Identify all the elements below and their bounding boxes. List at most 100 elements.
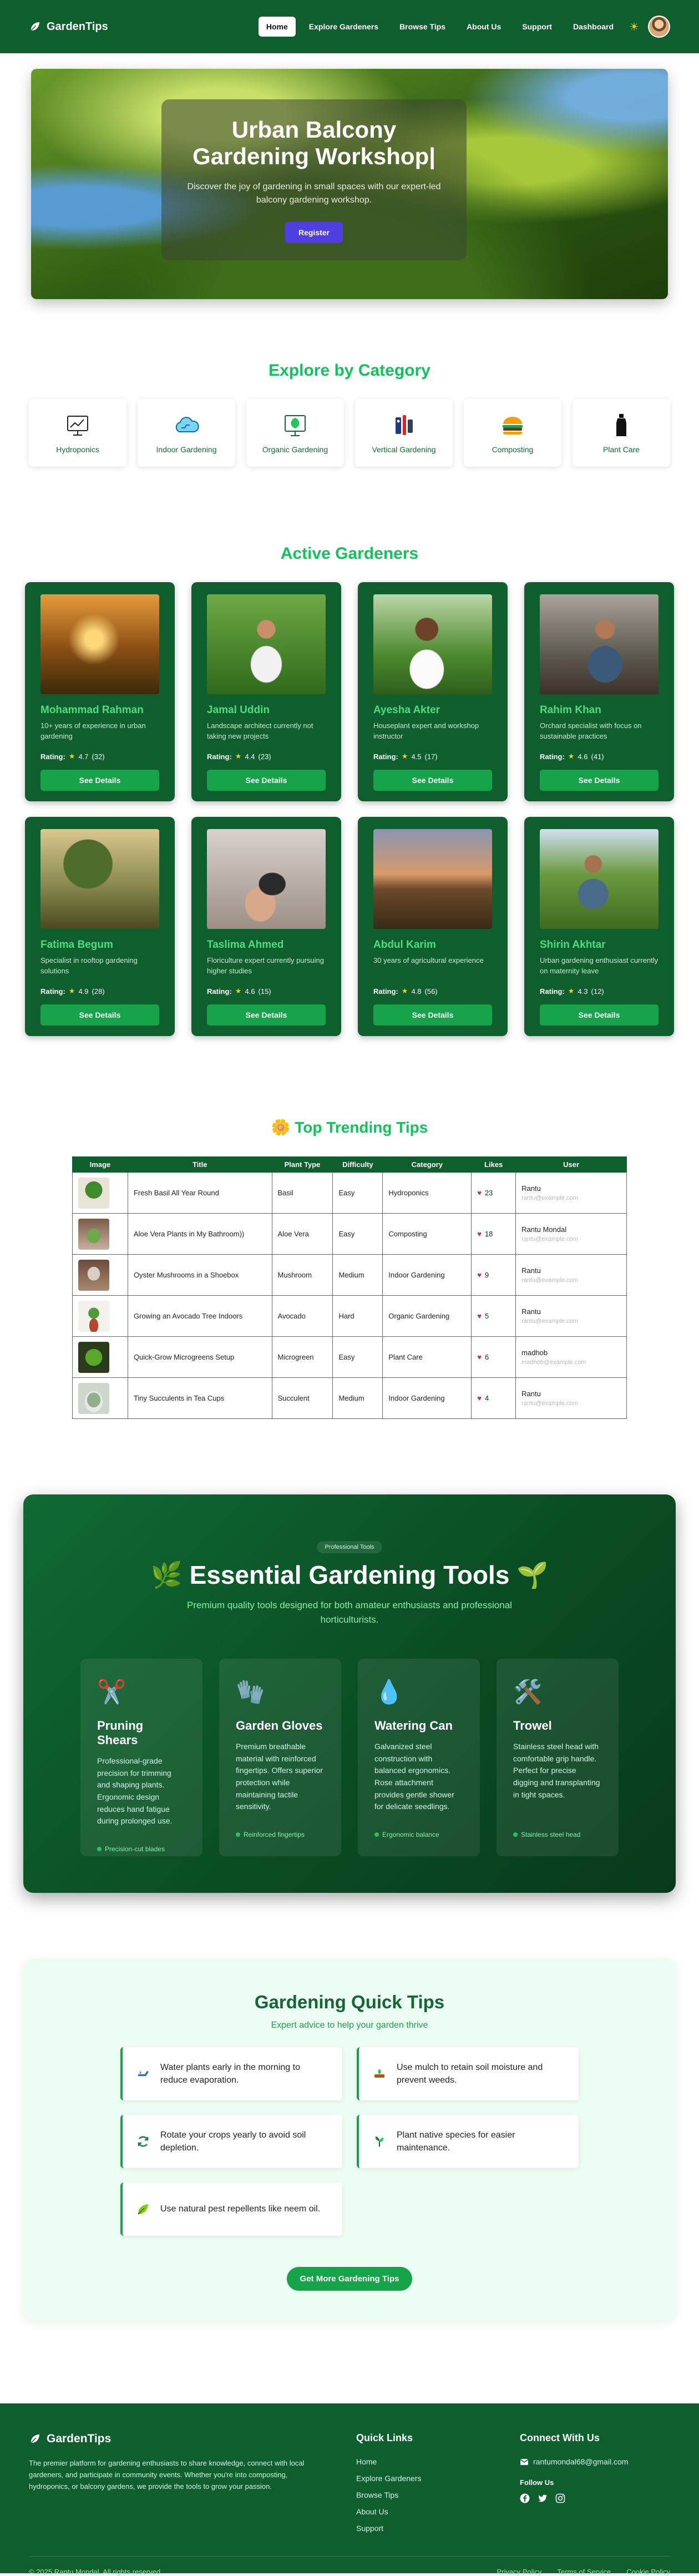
nav-support[interactable]: Support — [514, 17, 560, 37]
gloves-icon: 🧤 — [236, 1679, 265, 1705]
terms-of-service-link[interactable]: Terms of Service — [557, 2568, 611, 2576]
tool-card: 💧 Watering Can Galvanized steel construc… — [358, 1659, 480, 1856]
see-details-button[interactable]: See Details — [207, 770, 326, 791]
nav-about-us[interactable]: About Us — [459, 17, 509, 37]
rating-label: Rating: — [40, 987, 65, 996]
rating-value: 4.6 — [578, 752, 588, 761]
quick-tip-card: Use natural pest repellents like neem oi… — [120, 2183, 342, 2236]
footer-quick-links: Quick Links Home Explore Gardeners Brows… — [356, 2432, 520, 2533]
gardener-bio: Landscape architect currently not taking… — [207, 721, 313, 740]
user-email: madhob@example.com — [521, 1359, 586, 1366]
tip-category: Plant Care — [382, 1336, 472, 1378]
category-card[interactable]: Organic Gardening — [246, 399, 344, 467]
see-details-button[interactable]: See Details — [540, 1004, 659, 1026]
see-details-button[interactable]: See Details — [540, 770, 659, 791]
nav-dashboard[interactable]: Dashboard — [565, 17, 621, 37]
gardener-bio: Specialist in rooftop gardening solution… — [40, 956, 138, 975]
leaf-icon — [31, 22, 40, 31]
category-label: Plant Care — [602, 445, 640, 454]
tip-plant-type: Basil — [271, 1172, 333, 1214]
likes-count: 6 — [484, 1353, 489, 1361]
tool-name: Garden Gloves — [236, 1719, 323, 1733]
table-row[interactable]: Tiny Succulents in Tea Cups Succulent Me… — [72, 1377, 627, 1419]
facebook-icon[interactable] — [520, 2493, 530, 2503]
table-row[interactable]: Fresh Basil All Year Round Basil Easy Hy… — [72, 1172, 627, 1214]
gardener-name: Ayesha Akter — [373, 704, 440, 716]
rating-label: Rating: — [373, 987, 398, 996]
tip-plant-type: Mushroom — [271, 1254, 333, 1296]
nav-browse-tips[interactable]: Browse Tips — [392, 17, 453, 37]
category-card[interactable]: Plant Care — [573, 399, 670, 467]
more-tips-button[interactable]: Get More Gardening Tips — [286, 2267, 413, 2291]
category-card[interactable]: Indoor Gardening — [138, 399, 235, 467]
see-details-button[interactable]: See Details — [373, 770, 492, 791]
quick-tip-card: Rotate your crops yearly to avoid soil d… — [120, 2115, 342, 2168]
see-details-button[interactable]: See Details — [373, 1004, 492, 1026]
footer-link-support[interactable]: Support — [356, 2524, 520, 2533]
nav-home[interactable]: Home — [258, 17, 296, 37]
rating-label: Rating: — [207, 752, 232, 761]
see-details-button[interactable]: See Details — [40, 1004, 159, 1026]
column-header: User — [515, 1156, 627, 1173]
category-card[interactable]: Vertical Gardening — [355, 399, 453, 467]
footer-link-explore-gardeners[interactable]: Explore Gardeners — [356, 2474, 520, 2483]
gardener-card: Shirin Akhtar Urban gardening enthusiast… — [524, 817, 674, 1036]
water-drop-icon: 💧 — [374, 1679, 404, 1705]
likes-count: 23 — [484, 1189, 493, 1197]
heart-icon: ♥ — [477, 1353, 482, 1361]
register-button[interactable]: Register — [285, 222, 343, 244]
connect-title: Connect With Us — [520, 2432, 600, 2443]
privacy-policy-link[interactable]: Privacy Policy — [497, 2568, 542, 2576]
twitter-icon[interactable] — [538, 2493, 548, 2503]
sun-flower-icon: 🌼 — [271, 1119, 291, 1136]
tip-title: Quick-Grow Microgreens Setup — [127, 1336, 272, 1378]
user-email: rantu@example.com — [521, 1277, 578, 1284]
cookie-policy-link[interactable]: Cookie Policy — [626, 2568, 670, 2576]
category-card[interactable]: Composting — [464, 399, 561, 467]
footer-link-about-us[interactable]: About Us — [356, 2507, 520, 2516]
gardener-card: Mohammad Rahman 10+ years of experience … — [25, 582, 175, 801]
tip-image-cell — [72, 1172, 128, 1214]
rating-value: 4.4 — [245, 752, 255, 761]
tip-likes: ♥ 5 — [471, 1295, 516, 1337]
table-row[interactable]: Quick-Grow Microgreens Setup Microgreen … — [72, 1336, 627, 1378]
see-details-button[interactable]: See Details — [40, 770, 159, 791]
quick-links-title: Quick Links — [356, 2432, 413, 2443]
table-row[interactable]: Oyster Mushrooms in a Shoebox Mushroom M… — [72, 1254, 627, 1296]
likes-count: 18 — [484, 1230, 493, 1238]
column-header: Likes — [471, 1156, 516, 1173]
quick-tip-text: Use natural pest repellents like neem oi… — [160, 2204, 321, 2214]
footer-email[interactable]: rantumondal68@gmail.com — [520, 2457, 628, 2466]
sprout-icon: 🌱 — [516, 1560, 549, 1589]
quick-tips-subtitle: Expert advice to help your garden thrive — [271, 2021, 428, 2030]
tip-category: Hydroponics — [382, 1172, 472, 1214]
footer-brand[interactable]: GardenTips — [29, 2432, 356, 2446]
user-email: rantu@example.com — [521, 1195, 578, 1201]
footer-link-browse-tips[interactable]: Browse Tips — [356, 2491, 520, 2499]
follow-title: Follow Us — [520, 2478, 554, 2487]
instagram-icon[interactable] — [555, 2493, 565, 2503]
tip-category: Indoor Gardening — [382, 1254, 472, 1296]
see-details-button[interactable]: See Details — [207, 1004, 326, 1026]
table-row[interactable]: Growing an Avocado Tree Indoors Avocado … — [72, 1295, 627, 1337]
rating-label: Rating: — [373, 752, 398, 761]
category-card[interactable]: Hydroponics — [29, 399, 126, 467]
tool-name: Pruning Shears — [97, 1719, 144, 1747]
user-avatar[interactable] — [648, 16, 670, 38]
footer-link-home[interactable]: Home — [356, 2457, 520, 2466]
bullet-icon — [97, 1847, 102, 1851]
column-header: Title — [127, 1156, 272, 1173]
quick-tip-card: Plant native species for easier maintena… — [357, 2115, 579, 2168]
tool-feature: Reinforced fingertips — [236, 1831, 325, 1838]
tip-user: Rantu rantu@example.com — [515, 1377, 627, 1419]
user-email: rantu@example.com — [521, 1318, 578, 1325]
brand-logo[interactable]: GardenTips — [29, 21, 108, 33]
nav-explore-gardeners[interactable]: Explore Gardeners — [301, 17, 386, 37]
social-links — [520, 2493, 628, 2503]
tip-difficulty: Easy — [332, 1213, 383, 1255]
tip-user: Rantu rantu@example.com — [515, 1295, 627, 1337]
star-icon: ★ — [235, 987, 242, 995]
quick-tips-list: Water plants early in the morning to red… — [23, 2047, 676, 2236]
sun-icon[interactable]: ☀ — [629, 20, 639, 34]
table-row[interactable]: Aloe Vera Plants in My Bathroom)) Aloe V… — [72, 1213, 627, 1255]
